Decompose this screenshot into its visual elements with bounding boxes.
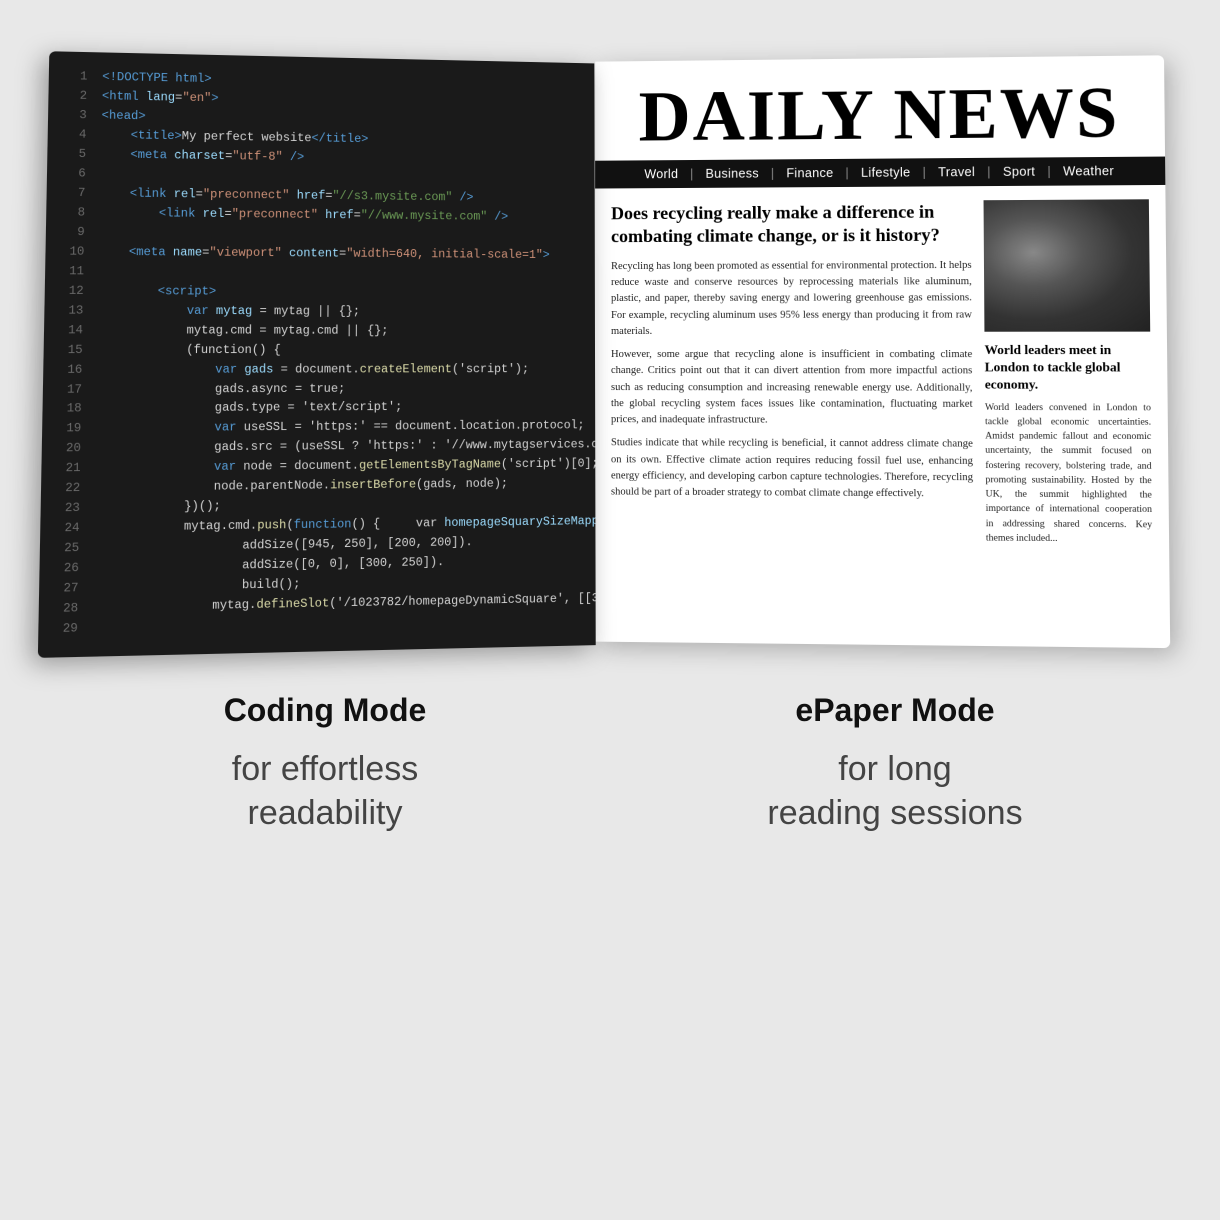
code-line: 14 mytag.cmd = mytag.cmd || {};	[57, 321, 583, 341]
code-line: 13 var mytag = mytag || {};	[57, 302, 583, 323]
line-code	[99, 263, 583, 285]
line-code: mytag.cmd = mytag.cmd || {};	[98, 322, 583, 342]
sidebar-body-text: World leaders convened in London to tack…	[985, 400, 1152, 547]
code-line: 11	[58, 262, 583, 284]
code-line: 17 gads.async = true;	[56, 380, 583, 401]
article-paragraph: Studies indicate that while recycling is…	[611, 436, 973, 504]
line-code: (function() {	[98, 341, 584, 361]
line-number: 18	[55, 400, 81, 420]
nav-item: Lifestyle	[861, 165, 911, 179]
main-article: Does recycling really make a difference …	[611, 200, 974, 545]
line-number: 8	[59, 204, 85, 224]
line-number: 22	[54, 480, 80, 500]
line-number: 6	[60, 165, 86, 185]
line-number: 19	[55, 420, 81, 440]
coding-mode-title: Coding Mode	[40, 692, 610, 729]
newspaper-nav: World | Business | Finance | Lifestyle |…	[595, 157, 1165, 189]
code-line: 16 var gads = document.createElement('sc…	[56, 361, 583, 381]
line-number: 12	[58, 282, 84, 302]
line-number: 14	[57, 321, 83, 341]
line-number: 17	[56, 381, 82, 401]
line-code: var mytag = mytag || {};	[98, 302, 583, 323]
newspaper-header: DAILY NEWS	[595, 55, 1165, 152]
line-number: 16	[56, 361, 82, 381]
epaper-mode-sub: for longreading sessions	[610, 747, 1180, 835]
code-line: 12 <script>	[58, 282, 583, 304]
nav-item: Finance	[786, 166, 833, 180]
newspaper-body: Does recycling really make a difference …	[595, 185, 1169, 562]
sidebar-article: World leaders meet in London to tackle g…	[984, 199, 1153, 547]
coding-mode-sub: for effortlessreadability	[40, 747, 610, 835]
line-number: 21	[54, 460, 80, 480]
line-number: 25	[53, 540, 80, 560]
code-line: 15 (function() {	[56, 341, 583, 361]
sidebar-image	[984, 199, 1151, 331]
nav-item: Travel	[938, 165, 975, 179]
line-number: 7	[59, 184, 85, 204]
line-number: 9	[59, 223, 85, 243]
coding-mode-label-block: Coding Mode for effortlessreadability	[40, 692, 610, 835]
line-code: var gads = document.createElement('scrip…	[97, 361, 583, 381]
coding-screen: 1<!DOCTYPE html>2<html lang="en">3<head>…	[38, 51, 596, 658]
line-number: 3	[61, 107, 87, 127]
labels-row: Coding Mode for effortlessreadability eP…	[40, 692, 1180, 835]
nav-item: Business	[705, 167, 759, 181]
line-number: 13	[57, 302, 83, 322]
line-number: 15	[56, 341, 82, 361]
sidebar-image-inner	[984, 199, 1151, 331]
main-headline: Does recycling really make a difference …	[611, 200, 971, 249]
nav-item: Weather	[1063, 164, 1114, 179]
line-number: 28	[52, 600, 79, 621]
line-number: 26	[52, 560, 79, 580]
line-number: 10	[58, 243, 84, 263]
line-number: 27	[52, 580, 79, 601]
main-body-text: Recycling has long been promoted as esse…	[611, 258, 973, 504]
line-number: 1	[62, 68, 88, 88]
line-number: 20	[55, 440, 81, 460]
code-content: 1<!DOCTYPE html>2<html lang="en">3<head>…	[38, 51, 596, 658]
newspaper-title: DAILY NEWS	[615, 76, 1144, 153]
line-number: 2	[61, 87, 87, 107]
epaper-mode-title: ePaper Mode	[610, 692, 1180, 729]
line-number: 11	[58, 262, 84, 282]
sidebar-headline: World leaders meet in London to tackle g…	[985, 342, 1151, 394]
line-code: gads.async = true;	[97, 380, 583, 401]
line-number: 29	[51, 620, 78, 641]
screens-comparison: 1<!DOCTYPE html>2<html lang="en">3<head>…	[40, 60, 1180, 642]
line-number: 4	[60, 126, 86, 146]
line-number: 5	[60, 145, 86, 165]
line-code: <script>	[98, 282, 582, 303]
line-number: 23	[54, 500, 80, 520]
epaper-mode-label-block: ePaper Mode for longreading sessions	[610, 692, 1180, 835]
nav-item: World	[644, 167, 678, 181]
nav-item: Sport	[1003, 165, 1035, 179]
article-paragraph: However, some argue that recycling alone…	[611, 347, 973, 430]
epaper-screen: DAILY NEWS World | Business | Finance | …	[595, 55, 1170, 648]
line-code: gads.type = 'text/script';	[97, 399, 584, 421]
article-paragraph: Recycling has long been promoted as esse…	[611, 258, 972, 340]
line-number: 24	[53, 520, 79, 540]
